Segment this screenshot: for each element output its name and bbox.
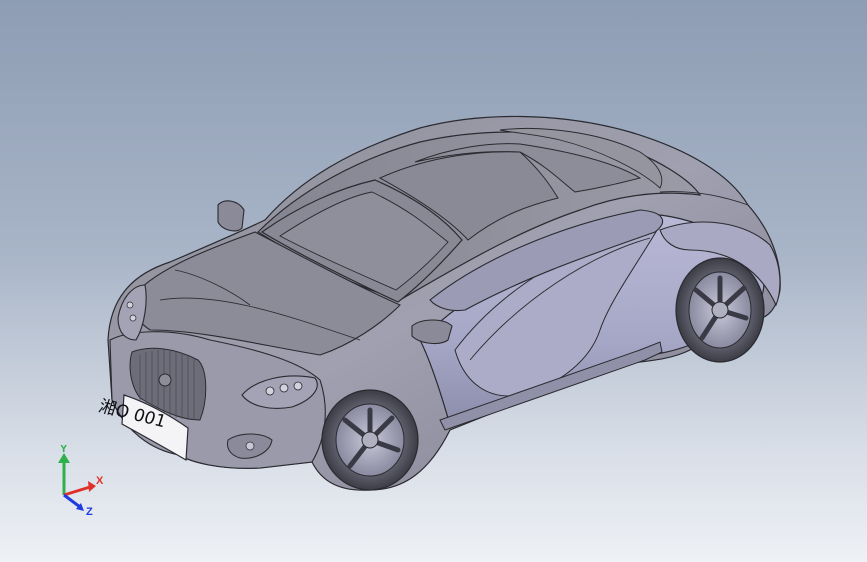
axis-x-label: X: [96, 475, 104, 487]
axis-y-label: Y: [60, 445, 68, 455]
coordinate-triad: Y X Z: [58, 445, 104, 518]
mirror-left: [217, 200, 245, 232]
mirror-right: [411, 319, 453, 345]
graphics-viewport[interactable]: 湘O 001 Y X Z: [0, 0, 867, 562]
front-wheel: [321, 389, 419, 491]
rear-wheel: [675, 257, 765, 363]
axis-z-label: Z: [86, 506, 93, 518]
car-model[interactable]: 湘O 001: [0, 0, 867, 562]
emblem: [158, 373, 172, 387]
